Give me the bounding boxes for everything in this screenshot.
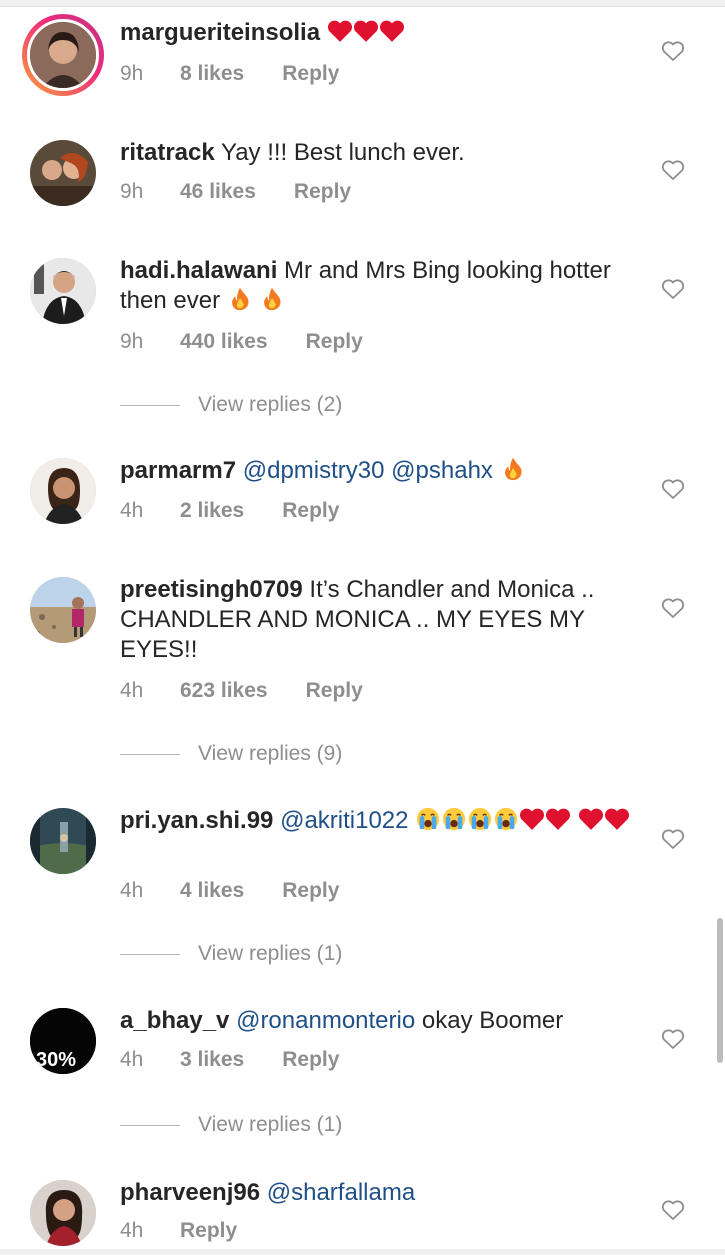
comment-text: a_bhay_v @ronanmonterio okay Boomer (120, 1006, 640, 1036)
username[interactable]: a_bhay_v (120, 1007, 229, 1034)
username[interactable]: ritatrack (120, 139, 215, 166)
scrollbar-thumb[interactable] (717, 918, 723, 1063)
username[interactable]: preetisingh0709 (120, 576, 303, 603)
likes-count[interactable]: 2 likes (180, 499, 244, 523)
mention-link[interactable]: @dpmistry30 (243, 457, 385, 484)
likes-count[interactable]: 46 likes (180, 180, 256, 204)
fire-emoji (227, 287, 286, 314)
bottom-divider (0, 1249, 725, 1255)
comment-meta: 4h 2 likes Reply (120, 499, 339, 523)
comment-meta: 9h 440 likes Reply (120, 330, 363, 354)
timestamp: 9h (120, 330, 144, 353)
view-replies-label: View replies (2) (198, 393, 343, 416)
reply-button[interactable]: Reply (282, 1048, 339, 1072)
likes-count[interactable]: 8 likes (180, 62, 244, 86)
reply-button[interactable]: Reply (294, 180, 351, 204)
mention-link[interactable]: @ronanmonterio (236, 1007, 415, 1034)
timestamp: 9h (120, 180, 144, 203)
username[interactable]: margueriteinsolia (120, 19, 320, 46)
view-replies-button[interactable]: View replies (1) (120, 1113, 342, 1137)
comment-meta: 4h Reply (120, 1219, 237, 1243)
divider-line (120, 404, 180, 406)
heart-outline-icon[interactable] (661, 597, 685, 619)
mention-link[interactable]: @pshahx (391, 457, 493, 484)
username[interactable]: parmarm7 (120, 457, 236, 484)
avatar[interactable] (30, 458, 96, 524)
username[interactable]: pharveenj96 (120, 1179, 260, 1206)
timestamp: 4h (120, 1219, 144, 1242)
heart-outline-icon[interactable] (661, 159, 685, 181)
heart-outline-icon[interactable] (661, 478, 685, 500)
reply-button[interactable]: Reply (180, 1219, 237, 1243)
reply-button[interactable]: Reply (282, 499, 339, 523)
heart-outline-icon[interactable] (661, 828, 685, 850)
reply-button[interactable]: Reply (282, 879, 339, 903)
username[interactable]: pri.yan.shi.99 (120, 807, 273, 834)
comment-meta: 4h 4 likes Reply (120, 879, 339, 903)
avatar[interactable] (30, 258, 96, 324)
comment-text: parmarm7 @dpmistry30 @pshahx (120, 456, 640, 486)
fire-emoji (500, 457, 526, 484)
top-divider (0, 0, 725, 7)
comment-text: ritatrack Yay !!! Best lunch ever. (120, 138, 640, 168)
comment-meta: 4h 3 likes Reply (120, 1048, 339, 1072)
timestamp: 4h (120, 499, 144, 522)
reply-button[interactable]: Reply (306, 679, 363, 703)
heart-outline-icon[interactable] (661, 40, 685, 62)
crying-emoji (415, 807, 630, 834)
view-replies-label: View replies (1) (198, 1113, 343, 1136)
comment-meta: 9h 46 likes Reply (120, 180, 351, 204)
avatar[interactable] (30, 1180, 96, 1246)
avatar-story-ring[interactable] (22, 14, 104, 96)
likes-count[interactable]: 3 likes (180, 1048, 244, 1072)
reply-button[interactable]: Reply (282, 62, 339, 86)
view-replies-button[interactable]: View replies (2) (120, 393, 342, 417)
divider-line (120, 1124, 180, 1126)
timestamp: 4h (120, 1048, 144, 1071)
view-replies-label: View replies (9) (198, 742, 343, 765)
avatar[interactable] (30, 808, 96, 874)
mention-link[interactable]: @akriti1022 (280, 807, 408, 834)
comment-text: preetisingh0709 It’s Chandler and Monica… (120, 575, 640, 665)
likes-count[interactable]: 4 likes (180, 879, 244, 903)
comment-text: margueriteinsolia (120, 18, 640, 48)
timestamp: 4h (120, 879, 144, 902)
heart-outline-icon[interactable] (661, 1028, 685, 1050)
timestamp: 4h (120, 679, 144, 702)
heart-outline-icon[interactable] (661, 1199, 685, 1221)
view-replies-label: View replies (1) (198, 942, 343, 965)
heart-emoji (327, 19, 405, 46)
comment-text: pharveenj96 @sharfallama (120, 1178, 640, 1208)
reply-button[interactable]: Reply (306, 330, 363, 354)
heart-outline-icon[interactable] (661, 278, 685, 300)
comment-meta: 9h 8 likes Reply (120, 62, 339, 86)
likes-count[interactable]: 623 likes (180, 679, 268, 703)
username[interactable]: hadi.halawani (120, 257, 277, 284)
comment-body: okay Boomer (421, 1007, 564, 1034)
avatar[interactable] (30, 577, 96, 643)
avatar[interactable]: 30% (30, 1008, 96, 1074)
comment-text: hadi.halawani Mr and Mrs Bing looking ho… (120, 256, 640, 316)
divider-line (120, 953, 180, 955)
likes-count[interactable]: 440 likes (180, 330, 268, 354)
avatar-text: 30% (36, 1049, 76, 1071)
timestamp: 9h (120, 62, 144, 85)
mention-link[interactable]: @sharfallama (267, 1179, 415, 1206)
avatar[interactable] (30, 140, 96, 206)
view-replies-button[interactable]: View replies (9) (120, 742, 342, 766)
comment-body: Yay !!! Best lunch ever. (220, 139, 465, 166)
comment-meta: 4h 623 likes Reply (120, 679, 363, 703)
view-replies-button[interactable]: View replies (1) (120, 942, 342, 966)
divider-line (120, 753, 180, 755)
comment-text: pri.yan.shi.99 @akriti1022 (120, 806, 640, 836)
